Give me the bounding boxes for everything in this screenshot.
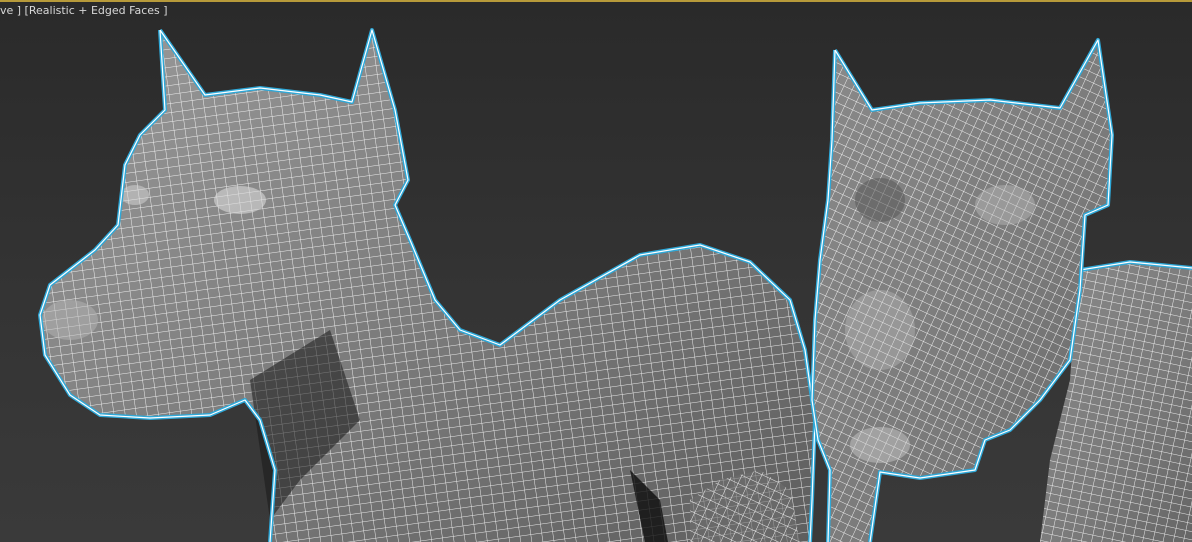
dog-model-left[interactable] — [38, 28, 817, 542]
scene-render[interactable] — [0, 0, 1192, 542]
dog-model-right[interactable] — [810, 38, 1192, 542]
viewport-shading-label[interactable]: ve ] [Realistic + Edged Faces ] — [0, 4, 168, 17]
perspective-viewport[interactable]: ve ] [Realistic + Edged Faces ] — [0, 0, 1192, 542]
